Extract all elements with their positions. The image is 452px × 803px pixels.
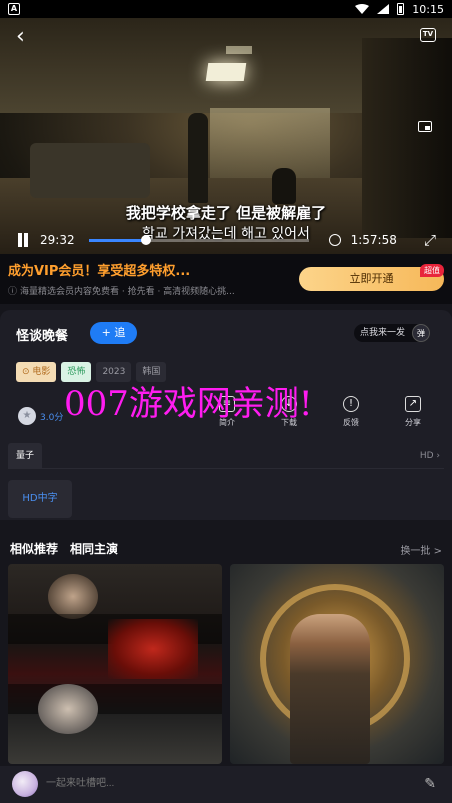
pen-icon[interactable]: ✎ <box>424 776 436 792</box>
rating-value: 3.0分 <box>40 412 64 423</box>
recommend-tabs: 相似推荐 相同主演 <box>10 540 118 557</box>
avatar[interactable] <box>12 771 38 797</box>
poster-art <box>38 684 98 734</box>
tab-same-cast[interactable]: 相同主演 <box>70 540 118 557</box>
battery-icon <box>397 3 405 15</box>
source-quality-selector[interactable]: HD › <box>420 443 440 469</box>
tv-cast-icon[interactable]: TV <box>420 28 436 42</box>
danmu-input[interactable]: 点我来一发 弹 <box>354 324 430 342</box>
feedback-icon: ! <box>343 396 359 412</box>
pause-icon[interactable] <box>16 233 30 247</box>
vip-subtitle-text: 海量精选会员内容免费看 · 抢先看 · 高清视频随心挑... <box>20 287 235 297</box>
action-share[interactable]: ↗ 分享 <box>382 396 444 428</box>
source-tab[interactable]: 量子 <box>8 443 43 469</box>
subtitle-chinese: 我把学校拿走了 但是被解雇了 <box>125 204 327 222</box>
video-player[interactable]: ‹ TV 我把学校拿走了 但是被解雇了 학교 가져갔는데 해고 있어서 29:3… <box>0 18 452 254</box>
video-frame-detail <box>188 113 208 203</box>
notification-icon: A <box>8 3 20 15</box>
share-icon: ↗ <box>405 396 421 412</box>
action-feedback[interactable]: ! 反馈 <box>320 396 382 428</box>
rating: ★ 3.0分 <box>18 407 63 425</box>
danmu-toggle[interactable]: 弹 <box>412 324 430 342</box>
poster-card[interactable] <box>230 564 444 764</box>
poster-art <box>48 574 98 619</box>
poster-art <box>108 619 198 679</box>
progress-bar[interactable] <box>88 234 309 245</box>
refresh-batch-button[interactable]: 换一批 > <box>400 542 442 557</box>
action-feedback-label: 反馈 <box>343 418 359 427</box>
comment-bar: ✎ <box>0 766 452 803</box>
star-icon: ★ <box>18 407 36 425</box>
video-frame-detail <box>272 168 296 204</box>
status-time: 10:15 <box>412 2 444 16</box>
comment-input[interactable] <box>42 772 422 796</box>
danmu-placeholder: 点我来一发 <box>360 328 406 338</box>
info-circle-icon: ⓘ <box>8 287 18 297</box>
status-bar: A 10:15 <box>0 0 452 18</box>
back-icon[interactable]: ‹ <box>16 26 34 48</box>
picture-in-picture-icon[interactable] <box>418 121 432 132</box>
episode-quality-button[interactable]: HD中字 <box>8 480 72 518</box>
page-title: 怪谈晚餐 <box>16 329 69 344</box>
video-frame-detail <box>210 108 330 178</box>
vip-banner[interactable]: 成为VIP会员！享受超多特权... ⓘ 海量精选会员内容免费看 · 抢先看 · … <box>0 254 452 304</box>
poster-art <box>290 614 370 764</box>
vip-badge: 超值 <box>420 264 444 277</box>
recommend-section: 相似推荐 相同主演 换一批 > <box>0 528 452 768</box>
poster-card[interactable] <box>8 564 222 764</box>
player-controls: 29:32 1:57:58 ⤢ <box>0 226 452 254</box>
video-frame-detail <box>30 143 150 198</box>
source-row: 量子 HD › <box>8 443 444 469</box>
progress-knob[interactable] <box>140 234 151 245</box>
total-time: 1:57:58 <box>350 233 397 247</box>
lock-icon[interactable] <box>328 234 341 246</box>
progress-fill <box>88 238 146 242</box>
current-time: 29:32 <box>40 233 75 247</box>
watermark-text: 007游戏网亲测! <box>64 384 313 424</box>
tab-similar[interactable]: 相似推荐 <box>10 540 58 557</box>
tag-genre[interactable]: ⊙ 电影 <box>16 362 57 382</box>
fullscreen-icon[interactable]: ⤢ <box>424 231 436 249</box>
detail-card: 怪谈晚餐 + 追 点我来一发 弹 ⊙ 电影 恐怖 2023 韩国 ★ 3.0分 … <box>0 310 452 520</box>
wifi-icon <box>355 4 370 14</box>
video-frame-detail <box>205 63 247 81</box>
follow-button[interactable]: + 追 <box>90 322 137 344</box>
video-frame-detail <box>226 46 252 54</box>
signal-icon <box>377 4 390 14</box>
action-share-label: 分享 <box>405 418 421 427</box>
